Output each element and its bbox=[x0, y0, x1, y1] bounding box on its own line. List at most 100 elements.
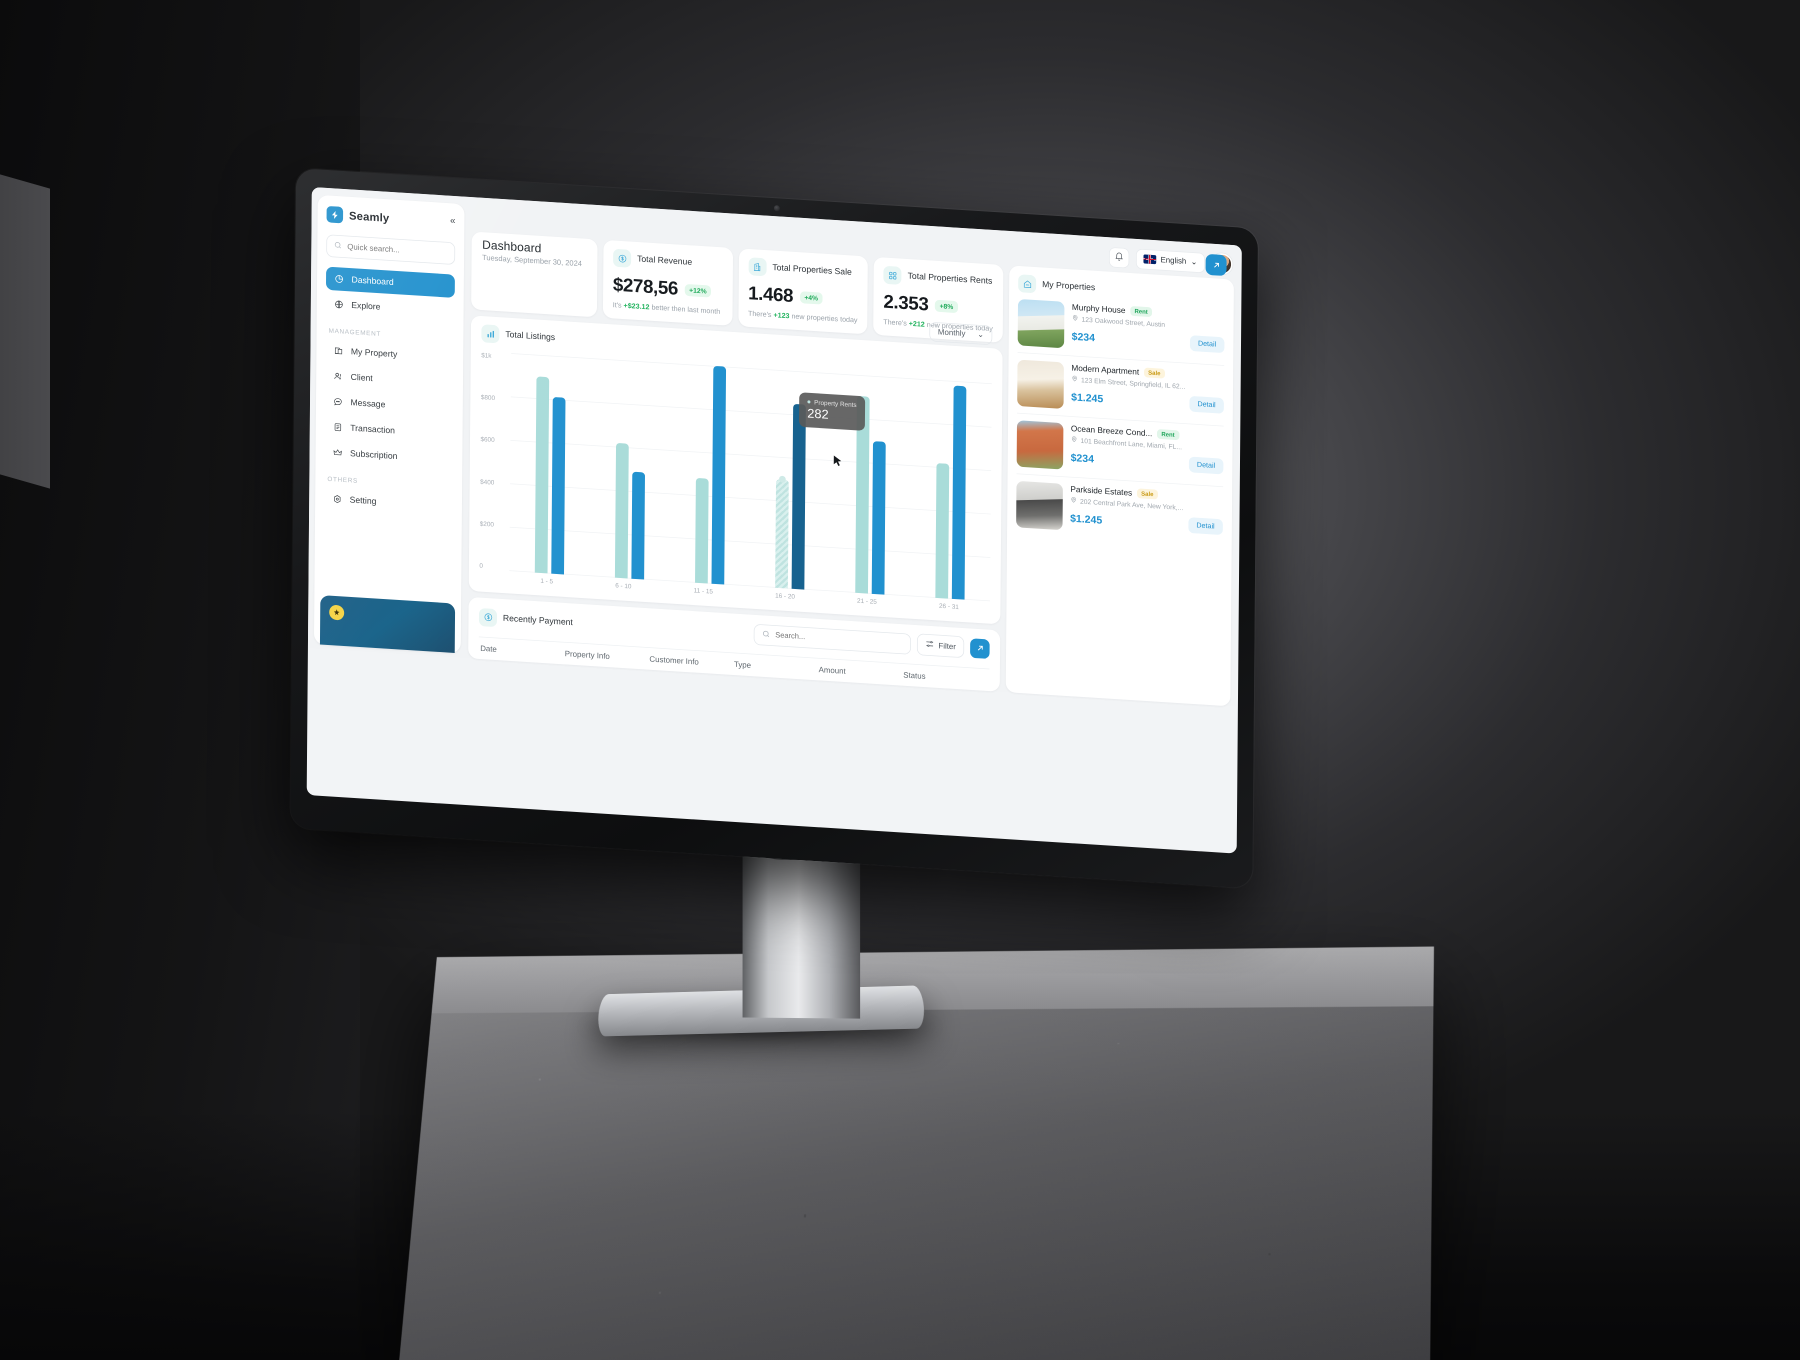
properties-expand-button[interactable] bbox=[1206, 254, 1227, 276]
dollar-circle-icon bbox=[613, 249, 631, 268]
table-column-header[interactable]: Amount bbox=[819, 665, 904, 679]
sidebar-item-label: Subscription bbox=[350, 449, 397, 461]
property-list-item[interactable]: Parkside Estates Sale 202 Central Park Ave… bbox=[1016, 474, 1223, 547]
bar-group[interactable] bbox=[935, 380, 966, 600]
table-column-header[interactable]: Customer Info bbox=[649, 655, 734, 669]
stat-value-row: $278,56 +12% bbox=[613, 274, 723, 303]
chart-title: Total Listings bbox=[505, 330, 555, 342]
bar-rents[interactable] bbox=[551, 397, 565, 574]
bar-group[interactable] bbox=[615, 360, 646, 580]
notifications-button[interactable] bbox=[1109, 247, 1129, 268]
stat-foot-strong: +$23.12 bbox=[624, 302, 650, 312]
stat-header: Total Properties Sale bbox=[748, 257, 858, 282]
property-price-row: $1.245 Detail bbox=[1070, 510, 1223, 535]
property-body: Modern Apartment Sale 123 Elm Street, Spri… bbox=[1071, 363, 1224, 419]
sidebar-item-label: Transaction bbox=[350, 424, 395, 436]
property-thumbnail bbox=[1018, 299, 1065, 348]
property-tag: Rent bbox=[1157, 429, 1179, 440]
bar-sales[interactable] bbox=[775, 479, 789, 589]
bar-rents[interactable] bbox=[631, 472, 645, 580]
bar-rents[interactable] bbox=[711, 366, 726, 585]
property-body: Murphy House Rent 123 Oakwood Street, Aust… bbox=[1072, 302, 1225, 358]
payment-search-input[interactable] bbox=[775, 631, 902, 647]
period-selector[interactable]: Monthly ⌄ bbox=[930, 322, 993, 345]
stat-value: 2.353 bbox=[883, 291, 928, 316]
stat-header: Total Revenue bbox=[613, 249, 723, 274]
stat-label: Total Properties Rents bbox=[908, 272, 993, 286]
grid-icon bbox=[884, 266, 902, 285]
property-name: Murphy House bbox=[1072, 303, 1126, 315]
table-column-header[interactable]: Date bbox=[480, 644, 565, 658]
bar-rents[interactable] bbox=[872, 441, 886, 594]
sidebar-item-setting[interactable]: Setting bbox=[324, 487, 453, 518]
stat-label: Total Properties Sale bbox=[772, 263, 852, 277]
property-detail-button[interactable]: Detail bbox=[1189, 456, 1224, 474]
bar-group[interactable] bbox=[535, 355, 566, 575]
bar-rents[interactable] bbox=[792, 404, 806, 590]
tooltip-value: 282 bbox=[807, 406, 856, 424]
payment-title: Recently Payment bbox=[503, 614, 573, 627]
dollar-circle-icon bbox=[479, 608, 497, 627]
gear-icon bbox=[332, 493, 343, 505]
payment-tools: Filter bbox=[753, 623, 989, 660]
property-thumbnail bbox=[1016, 481, 1063, 530]
bar-group[interactable] bbox=[695, 365, 726, 585]
sliders-icon bbox=[925, 639, 934, 651]
bar-sales[interactable] bbox=[615, 443, 629, 579]
chevron-down-icon: ⌄ bbox=[977, 330, 984, 339]
bar-rents[interactable] bbox=[952, 385, 967, 599]
y-tick: $600 bbox=[480, 435, 510, 444]
property-body: Ocean Breeze Cond... Rent 101 Beachfront L… bbox=[1071, 424, 1224, 480]
search-input[interactable] bbox=[347, 242, 447, 257]
sparkle-icon bbox=[329, 605, 344, 621]
property-tag: Rent bbox=[1130, 306, 1152, 317]
bar-chart-icon bbox=[481, 324, 499, 343]
location-pin-icon bbox=[1071, 375, 1078, 384]
property-detail-button[interactable]: Detail bbox=[1189, 396, 1224, 414]
upgrade-promo-card[interactable] bbox=[320, 595, 455, 653]
stat-value: 1.468 bbox=[748, 283, 793, 308]
bar-sales[interactable] bbox=[695, 478, 709, 583]
filter-button[interactable]: Filter bbox=[917, 633, 965, 658]
plot-area: 1 - 56 - 10 11 - 15 16 - 20 21 - 25 26 - 31 … bbox=[509, 353, 992, 616]
crown-icon bbox=[332, 447, 343, 459]
bar-sales[interactable] bbox=[535, 377, 549, 574]
x-tick: 6 - 10 bbox=[615, 581, 631, 590]
quick-search[interactable] bbox=[326, 234, 455, 265]
x-tick: 16 - 20 bbox=[775, 591, 795, 600]
bell-icon bbox=[1114, 251, 1124, 264]
property-name: Parkside Estates bbox=[1070, 485, 1132, 498]
location-pin-icon bbox=[1071, 436, 1078, 445]
language-label: English bbox=[1160, 255, 1186, 266]
property-detail-button[interactable]: Detail bbox=[1188, 517, 1223, 535]
property-price: $1.245 bbox=[1070, 512, 1102, 526]
property-tag: Sale bbox=[1137, 488, 1158, 499]
x-tick: 21 - 25 bbox=[857, 597, 877, 606]
language-selector[interactable]: English ⌄ bbox=[1136, 248, 1205, 273]
stat-footnote: It's +$23.12 better then last month bbox=[613, 301, 723, 316]
y-tick: 0 bbox=[479, 562, 509, 571]
building-icon bbox=[748, 257, 766, 276]
bar-sales[interactable] bbox=[935, 463, 949, 599]
property-detail-button[interactable]: Detail bbox=[1190, 335, 1225, 353]
brand[interactable]: Seamly bbox=[327, 206, 456, 231]
payment-expand-button[interactable] bbox=[970, 638, 990, 659]
sidebar-collapse-button[interactable]: « bbox=[450, 215, 455, 225]
x-tick: 11 - 15 bbox=[694, 586, 713, 595]
property-price-row: $1.245 Detail bbox=[1071, 388, 1224, 413]
location-pin-icon bbox=[1070, 496, 1077, 505]
stat-foot-strong: +212 bbox=[909, 320, 925, 329]
mouse-cursor-icon bbox=[832, 454, 843, 471]
table-column-header[interactable]: Status bbox=[903, 671, 988, 685]
stat-foot-post: better then last month bbox=[649, 303, 720, 316]
property-price: $234 bbox=[1071, 451, 1094, 464]
main-area: English ⌄ Dashboard Tuesday, September 3… bbox=[461, 197, 1241, 707]
table-column-header[interactable]: Type bbox=[734, 660, 819, 674]
sidebar-item-label: Explore bbox=[351, 301, 380, 312]
period-value: Monthly bbox=[938, 328, 966, 339]
payment-search[interactable] bbox=[753, 623, 910, 654]
payment-title-group: Recently Payment bbox=[479, 608, 573, 632]
stat-foot-strong: +123 bbox=[773, 311, 789, 320]
table-column-header[interactable]: Property Info bbox=[565, 649, 650, 663]
document-icon bbox=[332, 421, 343, 433]
